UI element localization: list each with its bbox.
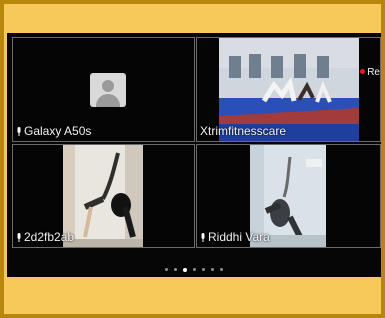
default-avatar-icon [90,73,126,107]
recording-indicator: Re [360,67,380,78]
page-dot[interactable] [183,267,187,272]
mic-muted-icon [17,127,21,136]
participant-name: 2d2fb2ab [24,230,75,244]
participant-name: Xtrimfitnesscare [200,124,287,138]
page-indicator[interactable] [7,261,381,272]
recording-dot-icon [360,69,366,74]
participant-video [63,145,143,247]
recording-label: Re [367,67,380,78]
page-dot[interactable] [220,268,223,272]
participant-tile-riddhi-vara[interactable]: Riddhi Vara [196,144,381,248]
participant-label: Xtrimfitnesscare [200,125,286,137]
participant-label: 2d2fb2ab [16,231,74,243]
video-call-grid: Galaxy A50s Re Xtrimfitnesscare 2d2fb2ab… [7,33,381,277]
participant-tile-galaxy-a50s[interactable]: Galaxy A50s [12,37,195,142]
page-dot[interactable] [174,268,177,272]
page-dot[interactable] [211,268,214,272]
participant-label: Riddhi Vara [200,231,270,243]
page-dot[interactable] [202,268,205,272]
participant-label: Galaxy A50s [16,125,91,137]
participant-name: Riddhi Vara [208,230,270,244]
mic-muted-icon [201,233,205,242]
participant-tile-xtrimfitnesscare[interactable]: Re Xtrimfitnesscare [196,37,381,142]
yoga-video-frame [63,145,143,247]
participant-tile-2d2fb2ab[interactable]: 2d2fb2ab [12,144,195,248]
mic-muted-icon [17,233,21,242]
page-dot[interactable] [193,268,196,272]
participant-name: Galaxy A50s [24,124,92,138]
page-dot[interactable] [165,268,168,272]
